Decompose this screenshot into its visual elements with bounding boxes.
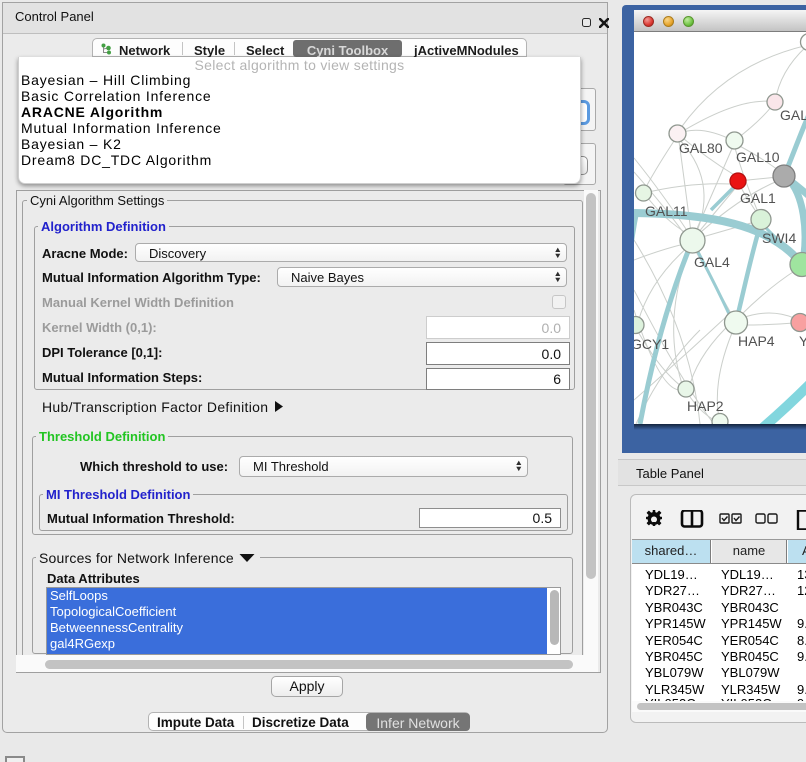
- svg-text:GCY1: GCY1: [631, 336, 669, 352]
- svg-text:GAL4: GAL4: [694, 254, 730, 270]
- svg-text:GAL10: GAL10: [736, 149, 780, 165]
- svg-text:Y: Y: [799, 333, 806, 349]
- svg-text:HAP2: HAP2: [687, 398, 724, 414]
- svg-text:HAP4: HAP4: [738, 333, 775, 349]
- svg-text:GAL7: GAL7: [780, 107, 806, 123]
- svg-text:GAL1: GAL1: [740, 190, 776, 206]
- svg-text:SWI4: SWI4: [762, 230, 796, 246]
- svg-text:GAL11: GAL11: [645, 203, 688, 219]
- svg-text:GAL80: GAL80: [679, 140, 723, 156]
